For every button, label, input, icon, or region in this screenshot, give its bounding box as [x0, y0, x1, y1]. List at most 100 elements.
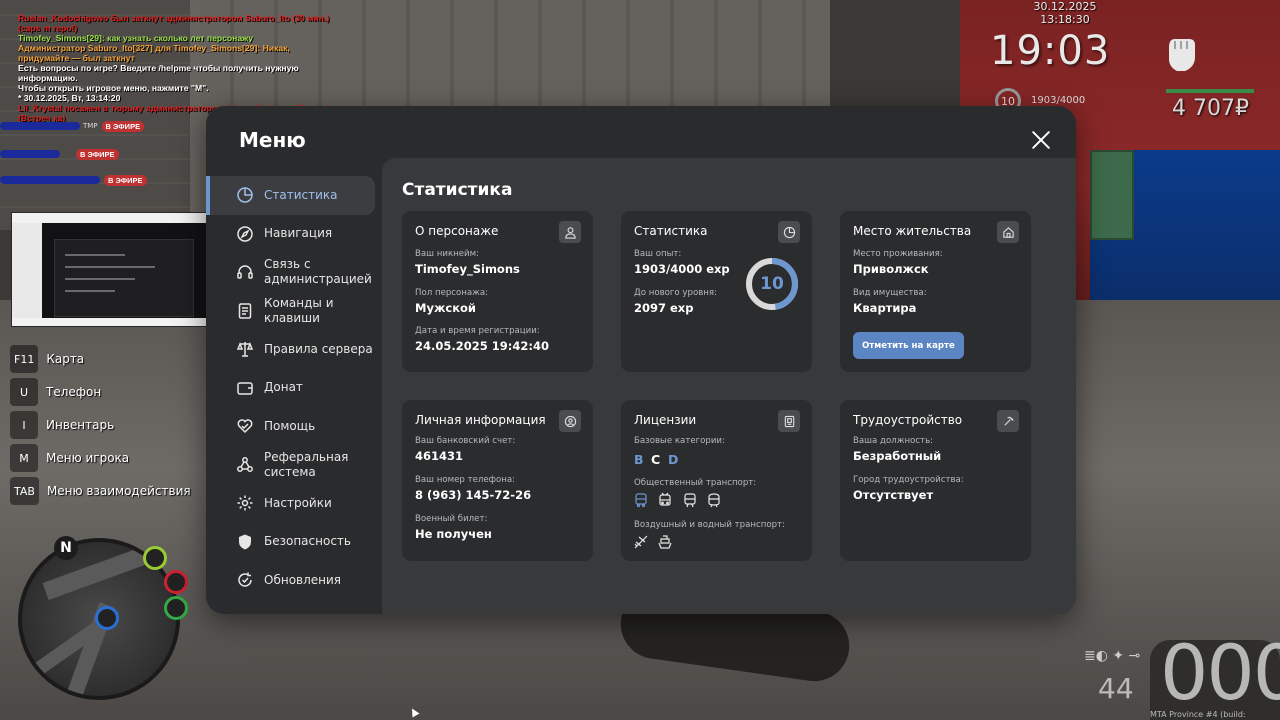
player-marker-icon [95, 606, 119, 630]
engine-icon: ⊸ [1128, 648, 1141, 664]
hotkey-label: Карта [46, 352, 85, 366]
nav-item-help[interactable]: Помощь [206, 407, 381, 446]
voice-bar [0, 176, 100, 184]
hotkey-inventory[interactable]: I Инвентарь [10, 410, 191, 440]
nav-label: Донат [264, 380, 303, 395]
preview-line [65, 254, 125, 256]
card-residence: Место жительства Место проживания: Приво… [840, 211, 1031, 372]
fist-icon [1169, 39, 1195, 71]
nickname-label: Ваш никнейм: [415, 249, 480, 259]
card-title: О персонаже [415, 224, 499, 238]
refresh-icon [236, 571, 254, 589]
phone-label: Ваш номер телефона: [415, 475, 516, 485]
voice-bar [0, 122, 80, 130]
hotkey-phone[interactable]: U Телефон [10, 377, 191, 407]
compass-north: N [54, 536, 78, 560]
phone-value: 8 (963) 145-72-26 [415, 488, 532, 502]
public-transport-label: Общественный транспорт: [634, 478, 757, 488]
hotkey-interaction-menu[interactable]: TAB Меню взаимодействия [10, 476, 191, 506]
hotkey-label: Телефон [46, 385, 102, 399]
nav-item-donate[interactable]: Донат [206, 369, 381, 408]
hotkey-key: F11 [10, 345, 39, 373]
exp-value: 1903/4000 exp [634, 262, 730, 276]
nav-item-contact-admin[interactable]: Связь с администрацией [206, 253, 381, 292]
license-icon [778, 410, 800, 432]
airplane-icon [633, 534, 649, 550]
next-level-label: До нового уровня: [634, 288, 717, 298]
nav-label: Безопасность [264, 534, 351, 549]
atm-machine [1090, 150, 1134, 240]
headset-icon [236, 263, 254, 281]
menu-title: Меню [239, 128, 306, 152]
chat-line: Timofey_Simons[29]: как узнать сколько л… [18, 33, 253, 43]
voice-bar [0, 150, 60, 158]
preview-line [65, 266, 155, 268]
document-icon [236, 302, 254, 320]
headlight-icon: ≣◐ [1084, 648, 1108, 664]
license-category-c: C [651, 452, 661, 467]
nav-label: Реферальная система [264, 449, 349, 479]
heart-handshake-icon [236, 417, 254, 435]
nav-label: Обновления [264, 572, 342, 587]
work-city-value: Отсутствует [853, 488, 934, 502]
next-level-value: 2097 exp [634, 301, 694, 315]
preview-window [54, 239, 194, 317]
stream-preview [11, 212, 216, 327]
card-title: Место жительства [853, 224, 972, 238]
menu-sidebar: Статистика Навигация Связь с администрац… [206, 176, 381, 600]
live-badge: В ЭФИРЕ [104, 174, 147, 186]
voice-row: В ЭФИРЕ [0, 174, 147, 186]
mark-on-map-button[interactable]: Отметить на карте [853, 332, 964, 359]
hotkey-key: I [10, 411, 38, 439]
place-label: Место проживания: [853, 249, 943, 259]
fuel-display: 44 [1098, 672, 1134, 705]
hotkey-key: U [10, 378, 38, 406]
map-blip-icon [143, 546, 167, 570]
hud-date: 30.12.2025 13:18:30 [1033, 0, 1097, 26]
ship-icon [657, 534, 673, 550]
map-blip-icon [164, 596, 188, 620]
content-panel: Статистика О персонаже Ваш никнейм: Timo… [382, 158, 1076, 614]
health-bar [1166, 89, 1254, 93]
bank-label: Ваш банковский счет: [415, 436, 516, 446]
nav-item-updates[interactable]: Обновления [206, 561, 381, 600]
card-employment: Трудоустройство Ваша должность: Безработ… [840, 400, 1031, 561]
hotkey-label: Меню игрока [46, 451, 130, 465]
nav-item-commands[interactable]: Команды и клавиши [206, 292, 381, 331]
license-category-b: B [634, 452, 644, 467]
close-button[interactable] [1030, 129, 1052, 151]
nav-item-referral[interactable]: Реферальная система [206, 446, 381, 485]
nav-item-settings[interactable]: Настройки [206, 484, 381, 523]
nav-item-navigation[interactable]: Навигация [206, 215, 381, 254]
voice-row: В ЭФИРЕ [0, 148, 119, 160]
live-badge: В ЭФИРЕ [76, 148, 119, 160]
nav-label: Команды и клавиши [264, 295, 334, 325]
hotkey-player-menu[interactable]: M Меню игрока [10, 443, 191, 473]
user-icon [559, 221, 581, 243]
nav-item-security[interactable]: Безопасность [206, 523, 381, 562]
network-icon [236, 456, 254, 474]
nav-item-rules[interactable]: Правила сервера [206, 330, 381, 369]
hotkey-list: F11 Карта U Телефон I Инвентарь M Меню и… [10, 344, 191, 509]
license-category-d: D [668, 452, 679, 467]
nav-label: Помощь [264, 418, 316, 433]
gender-value: Мужской [415, 301, 476, 315]
chat-line: Администратор Saburo_Ito[327] для Timofe… [18, 43, 290, 63]
card-title: Трудоустройство [853, 413, 963, 427]
property-value: Квартира [853, 301, 917, 315]
map-blip-icon [164, 570, 188, 594]
pie-chart-icon [236, 186, 254, 204]
hotkey-map[interactable]: F11 Карта [10, 344, 191, 374]
bank-value: 461431 [415, 449, 464, 463]
position-value: Безработный [853, 449, 942, 463]
gear-icon [236, 494, 254, 512]
level-number: 10 [760, 274, 784, 294]
bus-icon [633, 492, 649, 508]
nav-label: Правила сервера [264, 341, 373, 356]
level-ring: 10 [744, 256, 800, 312]
place-value: Приволжск [853, 262, 929, 276]
nav-item-statistics[interactable]: Статистика [206, 176, 375, 215]
nav-label: Статистика [264, 187, 338, 202]
card-personal: Личная информация Ваш банковский счет: 4… [402, 400, 593, 561]
exp-label: Ваш опыт: [634, 249, 682, 259]
